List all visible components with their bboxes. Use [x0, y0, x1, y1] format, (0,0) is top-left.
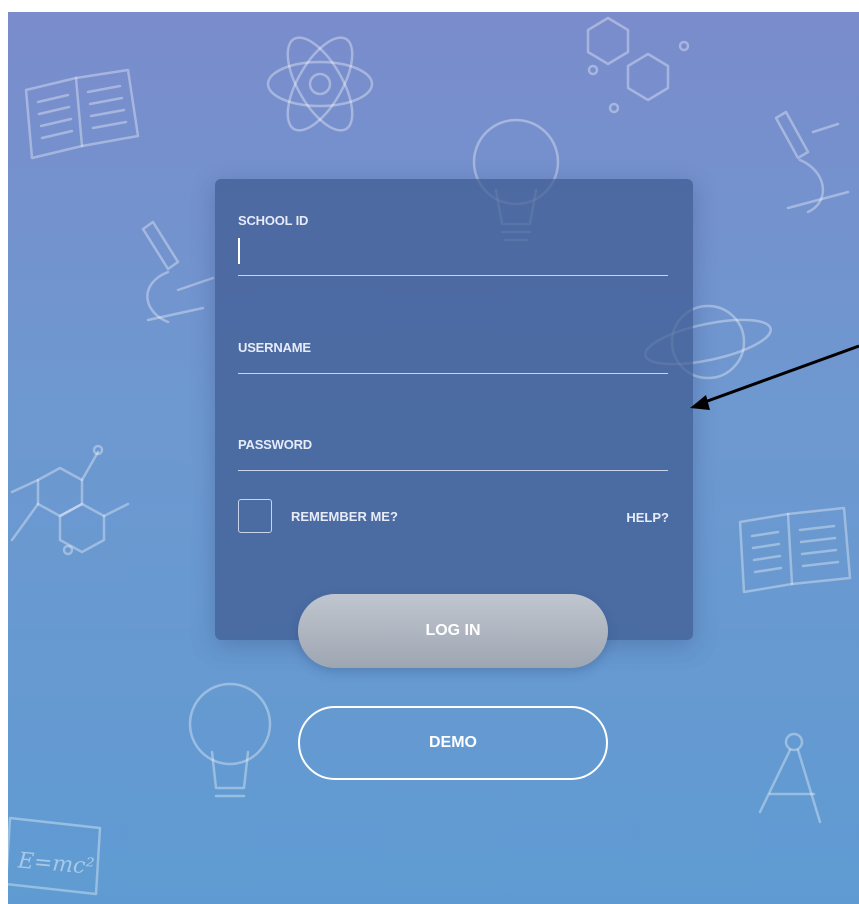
password-field[interactable]	[238, 470, 668, 471]
microscope-icon	[141, 220, 215, 324]
login-button[interactable]: LOG IN	[298, 594, 608, 668]
login-background: E=mc² SCHOOL ID USERNAME PASSWORD REMEMB…	[8, 12, 859, 904]
login-card: SCHOOL ID USERNAME PASSWORD REMEMBER ME?…	[215, 179, 693, 640]
help-link[interactable]: HELP?	[626, 510, 669, 525]
text-caret	[238, 238, 240, 264]
molecule-icon	[586, 16, 690, 114]
equation-text: E=mc²	[16, 848, 95, 880]
microscope-icon	[774, 110, 850, 214]
login-button-label: LOG IN	[425, 622, 481, 639]
school-id-label: SCHOOL ID	[238, 213, 309, 228]
password-label: PASSWORD	[238, 437, 312, 452]
compass-icon	[758, 732, 822, 824]
book-icon	[738, 506, 852, 594]
demo-button[interactable]: DEMO	[298, 706, 608, 780]
book-icon	[24, 68, 140, 160]
atom-icon	[266, 36, 374, 132]
school-id-field[interactable]	[238, 275, 668, 276]
remember-me-label[interactable]: REMEMBER ME?	[291, 509, 398, 524]
lightbulb-icon	[188, 682, 272, 798]
remember-me-checkbox[interactable]	[238, 499, 272, 533]
demo-button-label: DEMO	[429, 734, 477, 751]
username-label: USERNAME	[238, 340, 311, 355]
molecule-icon	[10, 444, 130, 556]
username-field[interactable]	[238, 373, 668, 374]
